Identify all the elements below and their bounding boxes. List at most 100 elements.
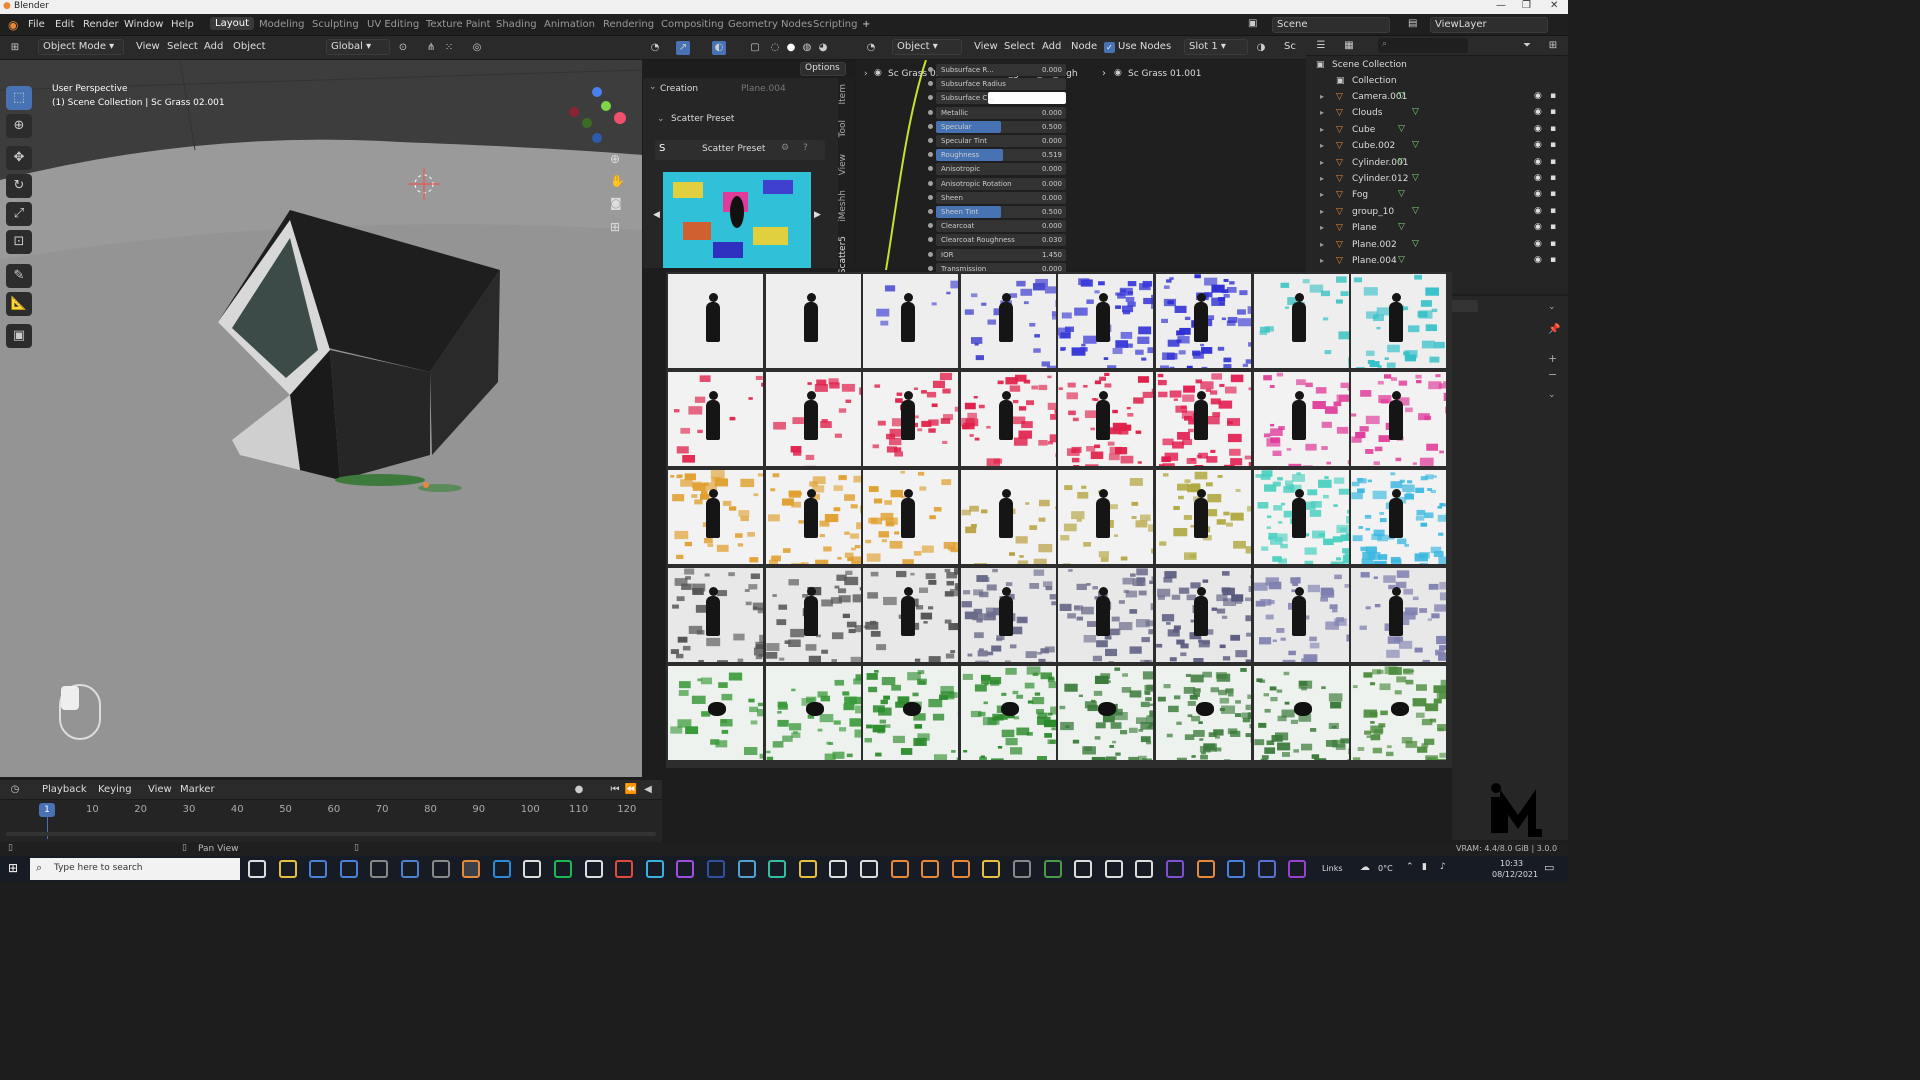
taskbar-app-icon[interactable] [584,860,603,878]
visibility-eye-icon[interactable]: ◉ [1534,222,1542,232]
tab-modeling[interactable]: Modeling [259,19,305,30]
annotate-tool-icon[interactable]: ✎ [6,264,32,288]
preset-thumbnail[interactable] [1058,666,1154,760]
node-menu-node[interactable]: Node [1071,41,1097,52]
outliner-item[interactable]: ▽ Cube ▸ ◉ ▪ ▽ [1306,123,1568,139]
expand-icon[interactable]: ▸ [1320,108,1324,117]
taskbar-search-box[interactable]: ⌕ Type here to search [30,858,240,880]
preset-thumbnail[interactable] [1156,470,1251,564]
menu-render[interactable]: Render [83,19,119,30]
preset-thumbnail[interactable] [1351,372,1447,466]
menu-help[interactable]: Help [171,19,194,30]
ortho-grid-icon[interactable]: ⊞ [610,220,620,234]
node-editor-type-icon[interactable]: ◔ [864,41,878,55]
notification-icon[interactable]: ▭ [1544,861,1554,874]
outliner-item[interactable]: ▽ Cube.002 ▸ ◉ ▪ ▽ [1306,139,1568,155]
taskbar-app-icon[interactable] [737,860,756,878]
preset-thumbnail[interactable] [1156,274,1251,368]
preset-thumbnail[interactable] [668,568,763,662]
render-camera-icon[interactable]: ▪ [1550,222,1556,232]
timeline-scrollbar[interactable] [6,832,656,836]
render-camera-icon[interactable]: ▪ [1550,173,1556,183]
jump-key-icon[interactable]: ⏪ [624,783,638,797]
tab-texture-paint[interactable]: Texture Paint [426,19,491,30]
overlay-icon[interactable]: ◐ [712,41,726,55]
expand-icon[interactable]: ▸ [1320,158,1324,167]
outliner-item[interactable]: ▽ Cylinder.001 ▸ ◉ ▪ ▽ [1306,156,1568,172]
network-icon[interactable]: ▮ [1422,862,1427,872]
preset-thumbnail[interactable] [863,372,959,466]
modifier-icon[interactable]: ▽ [1412,239,1419,249]
measure-tool-icon[interactable]: 📐 [6,292,32,316]
visibility-eye-icon[interactable]: ◉ [1534,255,1542,265]
render-camera-icon[interactable]: ▪ [1550,239,1556,249]
taskbar-app-icon[interactable] [1288,860,1307,878]
visibility-eye-icon[interactable]: ◉ [1534,107,1542,117]
tab-view[interactable]: View [838,154,854,175]
preset-thumbnail[interactable] [1058,568,1154,662]
preset-thumbnail[interactable] [1351,470,1447,564]
outliner-filter-icon[interactable]: ⏷ [1520,39,1534,53]
preset-thumbnail[interactable] [960,274,1056,368]
node-prop-row[interactable]: Subsurface C... [928,92,1066,105]
creation-chevron-icon[interactable]: ⌄ [649,82,657,92]
add-cube-tool-icon[interactable]: ▣ [6,324,32,348]
outliner-item[interactable]: ▽ Plane ▸ ◉ ▪ ▽ [1306,221,1568,237]
preset-preview-image[interactable] [663,172,811,268]
modifier-icon[interactable]: ▽ [1398,222,1405,232]
modifier-icon[interactable]: ▽ [1398,91,1405,101]
preset-thumbnail[interactable] [765,274,861,368]
preset-thumbnail[interactable] [668,470,763,564]
material-browse-icon[interactable]: ◑ [1254,41,1268,55]
move-tool-icon[interactable]: ✥ [6,146,32,170]
slot-menu-icon[interactable]: ⌄ [1548,390,1556,400]
taskbar-app-icon[interactable] [431,860,450,878]
tab-scatter5[interactable]: Scatter5 [838,236,854,274]
taskbar-app-icon[interactable] [1013,860,1031,878]
taskbar-app-icon[interactable] [707,860,725,878]
preset-thumbnail[interactable] [1058,470,1154,564]
slot-selector[interactable]: Slot 1 ▾ [1184,39,1248,55]
taskbar-app-icon[interactable] [676,860,695,878]
render-camera-icon[interactable]: ▪ [1550,124,1556,134]
preset-thumbnail[interactable] [765,666,861,760]
record-icon[interactable]: ● [572,783,586,797]
zoom-icon[interactable]: ⊕ [610,152,620,166]
modifier-icon[interactable]: ▽ [1412,206,1419,216]
outliner-display-icon[interactable]: ▦ [1342,39,1356,53]
preset-settings-icon[interactable]: ⚙ [781,143,789,153]
viewlayer-selector[interactable]: ViewLayer [1430,17,1548,33]
outliner-item[interactable]: ▽ Camera.001 ▸ ◉ ▪ ▽ [1306,90,1568,106]
taskbar-app-icon[interactable] [1257,860,1276,878]
taskbar-app-icon[interactable] [339,860,358,878]
volume-icon[interactable]: ♪ [1440,862,1446,872]
node-prop-row[interactable]: Roughness 0.519 [928,149,1066,162]
expand-icon[interactable]: ▸ [1320,223,1324,232]
taskbar-app-icon[interactable] [401,860,419,878]
timeline-menu-marker[interactable]: Marker [180,784,215,795]
taskbar-app-icon[interactable] [890,860,909,878]
visibility-eye-icon[interactable]: ◉ [1534,157,1542,167]
close-icon[interactable]: ✕ [1550,0,1558,11]
timeline-type-icon[interactable]: ◷ [8,783,22,797]
rendered-shading-icon[interactable]: ◕ [816,41,830,55]
modifier-icon[interactable]: ▽ [1412,107,1419,117]
socket-icon[interactable] [928,109,933,115]
menu-edit[interactable]: Edit [55,19,74,30]
node-menu-select[interactable]: Select [1004,41,1035,52]
preset-thumbnail[interactable] [765,372,861,466]
preset-thumbnail[interactable] [1156,568,1251,662]
modifier-icon[interactable]: ▽ [1398,157,1405,167]
taskbar-app-icon[interactable] [615,860,634,878]
add-workspace-icon[interactable]: + [862,19,870,30]
visibility-eye-icon[interactable]: ◉ [1534,173,1542,183]
expand-icon[interactable]: ▸ [1320,141,1324,150]
node-prop-row[interactable]: Sheen 0.000 [928,191,1066,204]
taskbar-app-icon[interactable] [492,860,511,878]
timeline-menu-playback[interactable]: Playback [42,784,87,795]
node-menu-add[interactable]: Add [1042,41,1061,52]
modifier-icon[interactable]: ▽ [1412,173,1419,183]
pivot-icon[interactable]: ⊙ [396,41,410,55]
taskbar-app-icon[interactable] [951,860,970,878]
node-menu-view[interactable]: View [974,41,998,52]
